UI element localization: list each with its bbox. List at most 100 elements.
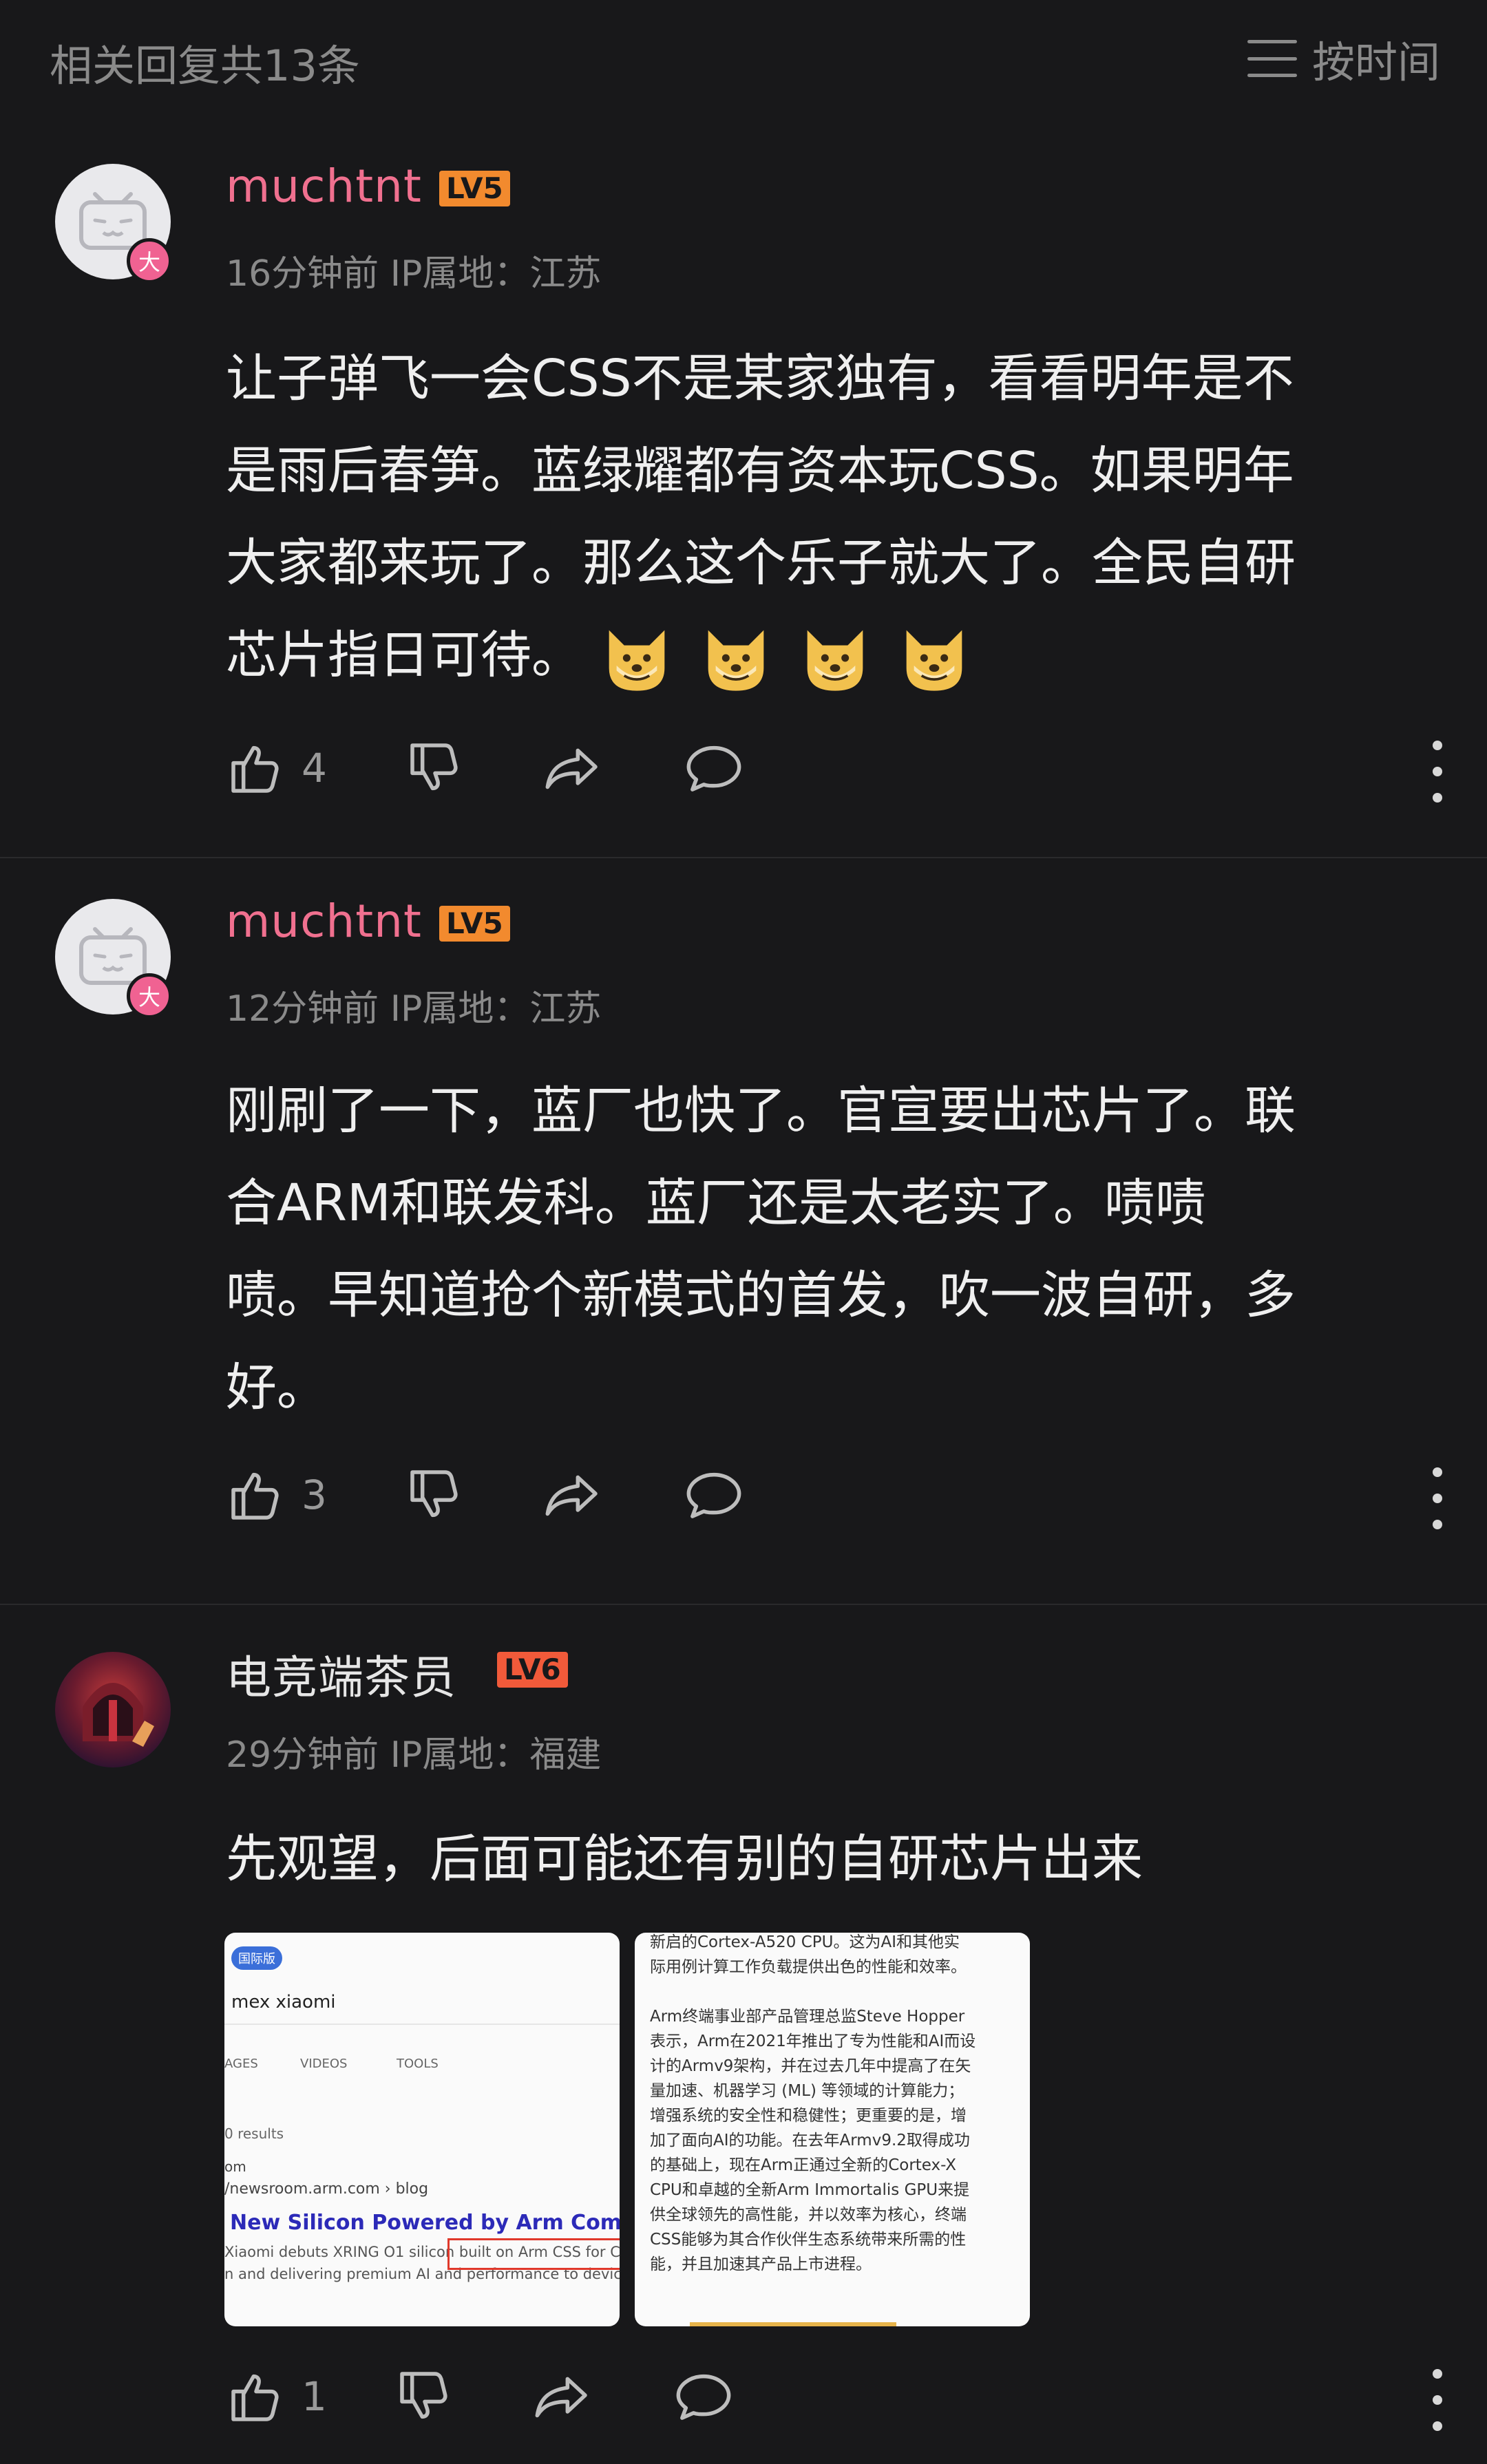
comment-text: 让子弹飞一会CSS不是某家独有，看看明年是不 是雨后春笋。蓝绿耀都有资本玩CSS… (226, 332, 1437, 701)
sort-button[interactable]: 按时间 (1247, 28, 1440, 89)
level-badge: LV5 (439, 906, 510, 942)
doge-emoji-icon (896, 626, 995, 692)
thumb-down-icon (400, 2372, 447, 2419)
comments-header: 相关回复共13条 按时间 (0, 0, 1487, 120)
like-button[interactable]: 3 (226, 1465, 327, 1525)
result-title: New Silicon Powered by Arm Comput (230, 2211, 620, 2235)
comment-actions: 4 (226, 738, 1451, 807)
dislike-button[interactable] (394, 2366, 455, 2427)
comment-time: 29分钟前 (226, 1734, 379, 1776)
comment-line: 大家都来玩了。那么这个乐子就大了。全民自研 (226, 533, 1296, 593)
article-line: 量加速、机器学习 (ML) 等领域的计算能力； (650, 2082, 964, 2100)
article-line: 新启的Cortex-A520 CPU。这为AI和其他实 (650, 1933, 960, 1951)
vip-badge: 大 (127, 238, 172, 284)
comment-time: 12分钟前 (226, 988, 379, 1030)
comment-line: 先观望，后面可能还有别的自研芯片出来 (226, 1829, 1143, 1889)
username[interactable]: muchtnt (226, 895, 422, 948)
doge-emoji-icon (797, 626, 896, 692)
avatar[interactable]: 大 (55, 164, 172, 284)
more-icon[interactable] (1424, 2369, 1451, 2431)
share-button[interactable] (532, 2366, 593, 2427)
result-url: /newsroom.arm.com › blog (224, 2180, 429, 2198)
reply-button[interactable] (684, 1465, 744, 1525)
reply-icon (686, 745, 741, 792)
level-badge: LV6 (497, 1652, 568, 1688)
level-badge: LV5 (439, 171, 510, 206)
comment-line: 刚刷了一下，蓝厂也快了。官宣要出芯片了。联 (226, 1081, 1296, 1140)
avatar[interactable]: 大 (55, 899, 172, 1019)
sort-icon (1247, 40, 1297, 77)
username[interactable]: muchtnt (226, 160, 422, 213)
share-icon (545, 748, 598, 789)
doge-emoji-icon (599, 626, 698, 692)
comment-line: 合ARM和联发科。蓝厂还是太老实了。啧啧 (226, 1173, 1206, 1233)
comment-line: 好。 (226, 1358, 328, 1417)
divider (0, 1604, 1487, 1605)
comment-time: 16分钟前 (226, 253, 379, 295)
divider (0, 857, 1487, 858)
thumb-up-icon (231, 745, 279, 793)
article-line: 增强系统的安全性和稳健性；更重要的是，增 (650, 2107, 967, 2125)
share-button[interactable] (542, 1465, 603, 1525)
thumb-up-icon (231, 1472, 279, 1520)
article-line: CPU和卓越的全新Arm Immortalis GPU来提 (650, 2181, 970, 2199)
share-button[interactable] (542, 738, 603, 798)
username[interactable]: 电竞端茶员 (226, 1641, 456, 1707)
avatar[interactable] (55, 1652, 171, 1767)
more-icon[interactable] (1424, 741, 1451, 803)
article-line: CSS能够为其合作伙伴生态系统带来所需的性 (650, 2231, 967, 2249)
result-domain: om (224, 2158, 246, 2175)
article-line: 供全球领先的高性能，并以效率为核心，终端 (650, 2206, 967, 2224)
sort-label: 按时间 (1311, 37, 1440, 87)
highlight-box (447, 2238, 620, 2270)
like-count: 1 (302, 2373, 327, 2420)
comment-line: 是雨后春笋。蓝绿耀都有资本玩CSS。如果明年 (226, 441, 1294, 500)
comment-meta: 29分钟前 IP属地：福建 (226, 1725, 601, 1777)
article-line: 的基础上，现在Arm正通过全新的Cortex-X (650, 2156, 957, 2174)
dislike-button[interactable] (405, 738, 465, 798)
thumb-down-icon (410, 1470, 458, 1518)
share-icon (535, 2377, 587, 2418)
vip-badge: 大 (127, 973, 172, 1019)
ip-location: IP属地：福建 (390, 1734, 602, 1776)
comment-meta: 16分钟前 IP属地：江苏 (226, 244, 601, 296)
comment-line: 啧。早知道抢个新模式的首发，吹一波自研，多 (226, 1266, 1296, 1325)
comment-text: 先观望，后面可能还有别的自研芯片出来 (226, 1813, 1437, 1905)
reply-icon (686, 1472, 741, 1518)
dislike-button[interactable] (405, 1465, 465, 1525)
like-count: 3 (302, 1472, 327, 1518)
reply-button[interactable] (673, 2366, 734, 2427)
thumb-down-icon (410, 743, 458, 791)
more-icon[interactable] (1424, 1467, 1451, 1529)
thumb-up-icon (231, 2374, 279, 2421)
results-count: 0 results (224, 2125, 284, 2142)
comment-image[interactable]: 新启的Cortex-A520 CPU。这为AI和其他实 际用例计算工作负载提供出色… (635, 1933, 1030, 2326)
decorative-bar (690, 2322, 896, 2326)
search-query: mex xiaomi (231, 1992, 336, 2012)
article-line: 表示，Arm在2021年推出了专为性能和AI而设 (650, 2032, 976, 2050)
comment-line: 让子弹飞一会CSS不是某家独有，看看明年是不 (226, 349, 1294, 408)
comment-image[interactable]: 国际版 mex xiaomi AGES VIDEOS TOOLS 0 resul… (224, 1933, 620, 2326)
share-icon (545, 1475, 598, 1516)
comment-line: 芯片指日可待。 (226, 609, 1437, 701)
like-button[interactable]: 1 (226, 2366, 327, 2427)
doge-emoji-icon (698, 626, 797, 692)
article-line: 加了面向AI的功能。在去年Armv9.2取得成功 (650, 2132, 970, 2149)
comment-meta: 12分钟前 IP属地：江苏 (226, 979, 601, 1031)
comment-actions: 3 (226, 1465, 1451, 1533)
comment-text: 刚刷了一下，蓝厂也快了。官宣要出芯片了。联 合ARM和联发科。蓝厂还是太老实了。… (226, 1065, 1437, 1434)
article-line: 际用例计算工作负载提供出色的性能和效率。 (650, 1958, 967, 1976)
like-button[interactable]: 4 (226, 738, 327, 798)
intl-tag: 国际版 (231, 1946, 282, 1970)
helmet-avatar-icon (83, 1683, 154, 1747)
comment-actions: 1 (226, 2366, 1451, 2435)
article-line: 计的Armv9架构，并在过去几年中提高了在矢 (650, 2057, 971, 2075)
ip-location: IP属地：江苏 (390, 988, 602, 1030)
ip-location: IP属地：江苏 (390, 253, 602, 295)
divider (224, 2024, 620, 2025)
article-line: Arm终端事业部产品管理总监Steve Hopper (650, 2008, 965, 2026)
reply-button[interactable] (684, 738, 744, 798)
like-count: 4 (302, 745, 327, 792)
reply-icon (676, 2374, 731, 2420)
reply-count: 相关回复共13条 (50, 41, 360, 91)
